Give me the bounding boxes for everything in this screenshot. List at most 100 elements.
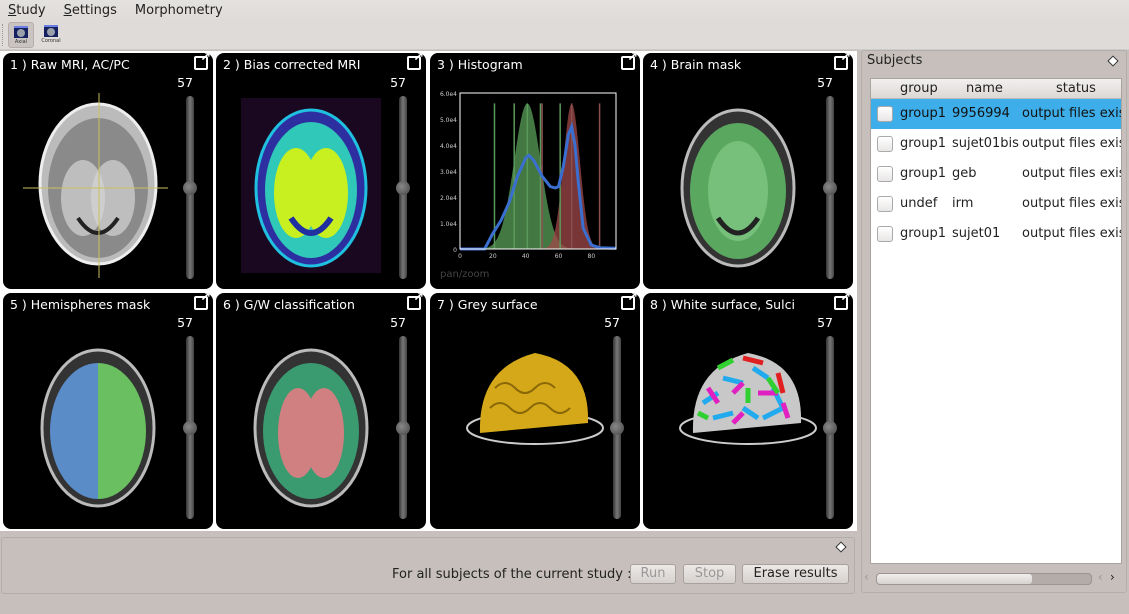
white-surface-sulci-render — [679, 353, 817, 445]
column-header-status[interactable]: status — [1056, 81, 1096, 96]
y-tick-label: 6.0e4 — [440, 91, 457, 98]
menu-settings[interactable]: Settings — [64, 3, 117, 18]
panel-gw-classification[interactable]: 6 ) G/W classification 57 — [216, 293, 426, 529]
stop-button[interactable]: Stop — [683, 564, 736, 584]
panel-raw-mri[interactable]: 1 ) Raw MRI, AC/PC 57 — [3, 53, 213, 289]
cell-status: output files exis — [1022, 166, 1122, 181]
float-dock-icon[interactable] — [835, 541, 847, 553]
table-header: group name status — [871, 79, 1121, 99]
slider-knob[interactable] — [823, 180, 837, 195]
popout-icon[interactable] — [407, 293, 424, 310]
panel-bias-corrected[interactable]: 2 ) Bias corrected MRI 57 — [216, 53, 426, 289]
horizontal-scrollbar[interactable]: ‹ ‹ › — [862, 570, 1128, 588]
cell-status: output files exis — [1022, 226, 1122, 241]
views-grid: 1 ) Raw MRI, AC/PC 57 2 ) Bias corrected… — [0, 51, 857, 531]
table-row[interactable]: group1 9956994 output files exis — [871, 99, 1121, 129]
popout-icon[interactable] — [621, 53, 638, 70]
cell-group: undef — [900, 196, 938, 211]
scroll-thumb[interactable] — [877, 574, 1032, 584]
x-tick-label: 60 — [555, 253, 563, 260]
row-checkbox[interactable] — [877, 166, 893, 182]
scroll-left-icon[interactable]: ‹ — [864, 570, 869, 584]
cell-group: group1 — [900, 166, 947, 181]
slice-number: 57 — [390, 75, 406, 90]
row-checkbox[interactable] — [877, 106, 893, 122]
popout-icon[interactable] — [194, 53, 211, 70]
all-subjects-label: For all subjects of the current study : — [392, 567, 632, 582]
slice-slider[interactable] — [823, 336, 837, 519]
cell-status: output files exis — [1022, 136, 1122, 151]
slider-knob[interactable] — [610, 420, 624, 435]
column-header-name[interactable]: name — [966, 81, 1003, 96]
popout-icon[interactable] — [194, 293, 211, 310]
toolbar: Axial Coronal — [0, 20, 1129, 50]
slice-slider[interactable] — [610, 336, 624, 519]
scroll-track[interactable] — [876, 573, 1092, 585]
subjects-dock: Subjects group name status group1 995699… — [861, 50, 1127, 593]
scroll-left-icon[interactable]: ‹ — [1098, 570, 1103, 584]
y-tick-label: 2.0e4 — [440, 195, 457, 202]
cell-name: sujet01 — [952, 226, 1001, 241]
x-tick-label: 40 — [522, 253, 530, 260]
slider-knob[interactable] — [823, 420, 837, 435]
table-row[interactable]: group1 sujet01bis output files exis — [871, 129, 1121, 159]
axial-view-button[interactable]: Axial — [8, 22, 34, 48]
cell-name: sujet01bis — [952, 136, 1019, 151]
panel-title: 3 ) Histogram — [437, 57, 523, 72]
table-row[interactable]: group1 geb output files exis — [871, 159, 1121, 189]
cell-group: group1 — [900, 226, 947, 241]
brain-mask-image — [680, 108, 796, 268]
slice-number: 57 — [390, 315, 406, 330]
x-tick-label: 80 — [588, 253, 596, 260]
slice-slider[interactable] — [183, 336, 197, 519]
slice-number: 57 — [817, 75, 833, 90]
panel-white-surface-sulci[interactable]: 8 ) White surface, Sulci 57 — [643, 293, 853, 529]
panel-hemispheres-mask[interactable]: 5 ) Hemispheres mask 57 — [3, 293, 213, 529]
subjects-title: Subjects — [867, 53, 923, 68]
mri-axial-image — [23, 93, 168, 278]
panel-grey-surface[interactable]: 7 ) Grey surface 57 — [430, 293, 640, 529]
panel-brain-mask[interactable]: 4 ) Brain mask 57 — [643, 53, 853, 289]
slice-number: 57 — [604, 315, 620, 330]
slider-knob[interactable] — [396, 420, 410, 435]
table-row[interactable]: undef irm output files exis — [871, 189, 1121, 219]
coronal-view-button[interactable]: Coronal — [38, 22, 64, 48]
float-dock-icon[interactable] — [1107, 55, 1119, 67]
histogram-chart[interactable]: 0 1.0e4 2.0e4 3.0e4 4.0e4 5.0e4 6.0e4 0 20 40 60 80 — [430, 83, 640, 263]
slider-knob[interactable] — [183, 180, 197, 195]
popout-icon[interactable] — [834, 53, 851, 70]
popout-icon[interactable] — [407, 53, 424, 70]
slice-slider[interactable] — [396, 96, 410, 279]
slider-knob[interactable] — [396, 180, 410, 195]
panel-title: 4 ) Brain mask — [650, 57, 742, 72]
row-checkbox[interactable] — [877, 136, 893, 152]
panel-title: 7 ) Grey surface — [437, 297, 538, 312]
row-checkbox[interactable] — [877, 196, 893, 212]
popout-icon[interactable] — [834, 293, 851, 310]
y-tick-label: 0 — [453, 247, 457, 254]
popout-icon[interactable] — [621, 293, 638, 310]
run-button[interactable]: Run — [630, 564, 676, 584]
cell-name: irm — [952, 196, 974, 211]
slice-slider[interactable] — [396, 336, 410, 519]
slice-slider[interactable] — [823, 96, 837, 279]
erase-results-button[interactable]: Erase results — [742, 564, 849, 584]
slice-slider[interactable] — [183, 96, 197, 279]
cell-name: geb — [952, 166, 977, 181]
panel-title: 2 ) Bias corrected MRI — [223, 57, 361, 72]
cell-status: output files exis — [1022, 196, 1122, 211]
cell-group: group1 — [900, 106, 947, 121]
bias-corrected-image — [241, 98, 381, 273]
column-header-group[interactable]: group — [900, 81, 938, 96]
menu-study[interactable]: Study — [8, 3, 46, 18]
toolbar-grip[interactable] — [2, 24, 5, 46]
scroll-right-icon[interactable]: › — [1110, 570, 1115, 584]
cell-name: 9956994 — [952, 106, 1010, 121]
table-row[interactable]: group1 sujet01 output files exis — [871, 219, 1121, 249]
panel-title: 6 ) G/W classification — [223, 297, 355, 312]
row-checkbox[interactable] — [877, 226, 893, 242]
panel-histogram[interactable]: 3 ) Histogram 0 1.0e4 2.0e4 3.0e4 4.0e4 5.0e4… — [430, 53, 640, 289]
menu-morphometry[interactable]: Morphometry — [135, 3, 223, 18]
slider-knob[interactable] — [183, 420, 197, 435]
pan-zoom-label: pan/zoom — [440, 269, 490, 280]
